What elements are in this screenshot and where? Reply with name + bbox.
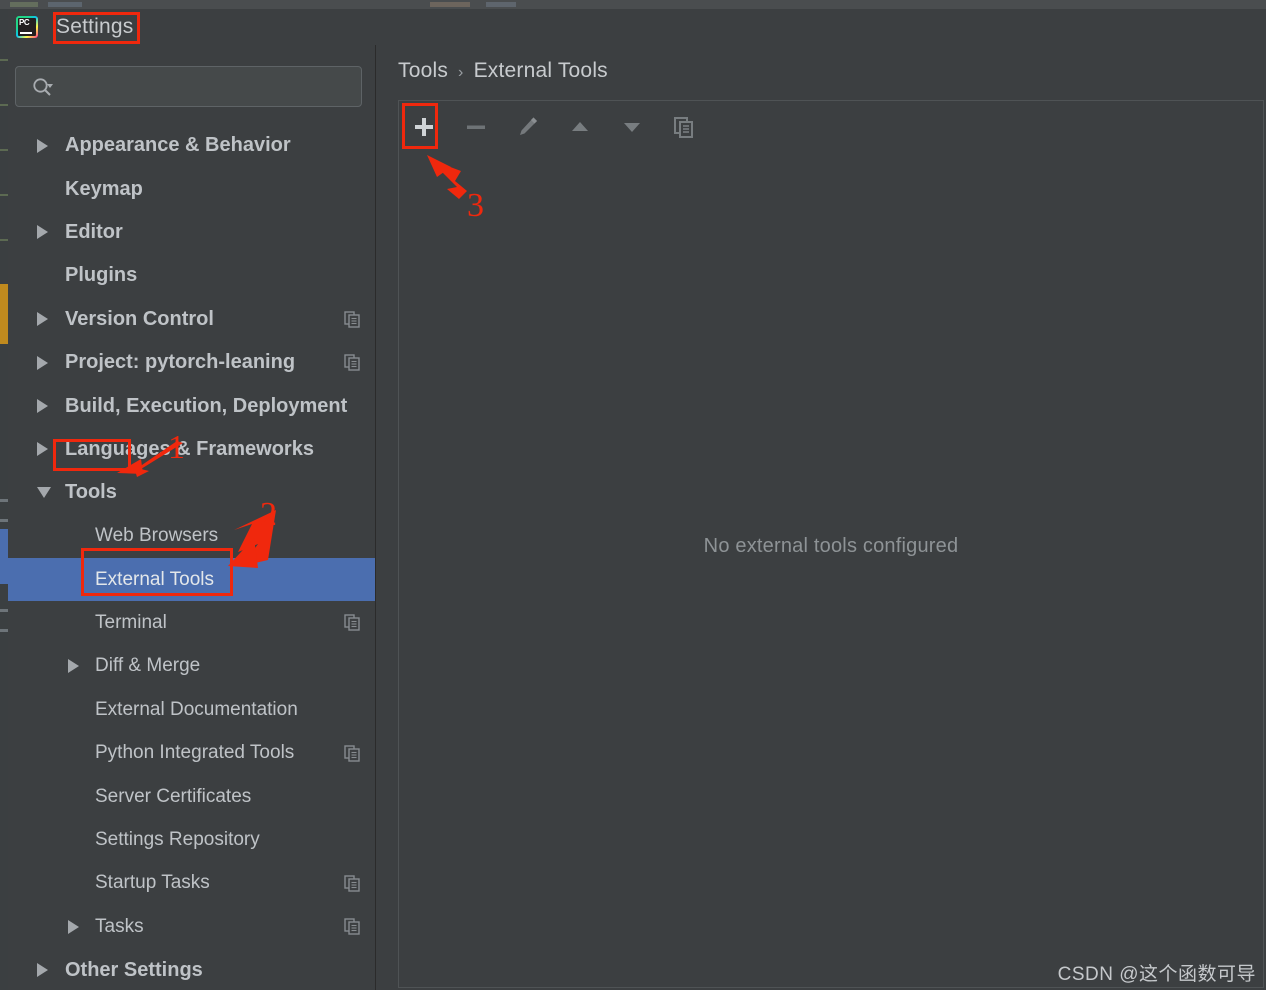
sidebar-item-languages-frameworks[interactable]: Languages & Frameworks <box>8 428 375 471</box>
external-tools-panel: Tools › External Tools No external tools… <box>376 45 1266 990</box>
sidebar-item-appearance-behavior[interactable]: Appearance & Behavior <box>8 124 375 167</box>
settings-sidebar: Appearance & Behavior Keymap Editor Plugins… <box>8 45 376 990</box>
sidebar-item-label: Tools <box>65 481 117 504</box>
edit-button[interactable] <box>511 110 545 144</box>
sidebar-item-label: Startup Tasks <box>95 872 210 894</box>
remove-button[interactable] <box>459 110 493 144</box>
empty-state-message: No external tools configured <box>703 535 959 557</box>
breadcrumb-parent[interactable]: Tools <box>398 59 448 83</box>
sidebar-item-label: Web Browsers <box>95 525 219 547</box>
sidebar-item-version-control[interactable]: Version Control <box>8 298 375 341</box>
breadcrumb: Tools › External Tools <box>398 59 608 83</box>
sidebar-item-label: Diff & Merge <box>95 655 201 677</box>
chevron-right-icon[interactable] <box>37 442 48 457</box>
settings-tree: Appearance & Behavior Keymap Editor Plugins… <box>8 124 375 990</box>
sidebar-item-label: Languages & Frameworks <box>65 437 314 460</box>
chevron-right-icon[interactable] <box>37 138 48 153</box>
sidebar-item-terminal[interactable]: Terminal <box>8 601 375 644</box>
project-settings-copy-icon <box>344 354 360 371</box>
sidebar-item-startup-tasks[interactable]: Startup Tasks <box>8 862 375 905</box>
chevron-right-icon[interactable] <box>68 919 79 934</box>
sidebar-item-label: Server Certificates <box>95 785 252 807</box>
sidebar-item-label: Python Integrated Tools <box>95 742 295 764</box>
dialog-title-bar: Settings <box>8 9 1266 45</box>
settings-dialog: Settings Appearance & Behavior Keymap Edit… <box>8 9 1266 990</box>
move-down-button[interactable] <box>615 110 649 144</box>
sidebar-item-label: Build, Execution, Deployment <box>65 394 348 417</box>
arrow-up-icon <box>572 121 588 131</box>
sidebar-item-external-tools[interactable]: External Tools <box>8 557 375 602</box>
sidebar-item-tools[interactable]: Tools <box>8 471 375 514</box>
chevron-right-icon[interactable] <box>37 312 48 327</box>
chevron-right-icon[interactable] <box>37 963 48 978</box>
search-input[interactable] <box>15 66 362 107</box>
sidebar-item-diff-merge[interactable]: Diff & Merge <box>8 645 375 688</box>
sidebar-item-web-browsers[interactable]: Web Browsers <box>8 515 375 558</box>
dialog-title: Settings <box>56 15 134 38</box>
sidebar-item-label: Settings Repository <box>95 828 260 850</box>
external-tools-toolbar <box>398 100 1264 152</box>
sidebar-item-tasks[interactable]: Tasks <box>8 905 375 948</box>
sidebar-item-settings-repository[interactable]: Settings Repository <box>8 818 375 861</box>
project-settings-copy-icon <box>344 918 360 935</box>
minus-icon <box>467 125 485 129</box>
sidebar-item-project-pytorch-leaning[interactable]: Project: pytorch-leaning <box>8 341 375 384</box>
sidebar-item-editor[interactable]: Editor <box>8 211 375 254</box>
arrow-down-icon <box>624 122 640 132</box>
sidebar-item-label: Project: pytorch-leaning <box>65 351 296 374</box>
move-up-button[interactable] <box>563 110 597 144</box>
sidebar-item-build-execution-deployment[interactable]: Build, Execution, Deployment <box>8 384 375 427</box>
sidebar-item-label: External Documentation <box>95 698 298 720</box>
sidebar-item-label: Tasks <box>95 915 144 937</box>
project-settings-copy-icon <box>344 311 360 328</box>
chevron-down-icon[interactable] <box>37 487 51 499</box>
sidebar-item-python-integrated-tools[interactable]: Python Integrated Tools <box>8 731 375 774</box>
project-settings-copy-icon <box>344 744 360 762</box>
sidebar-item-plugins[interactable]: Plugins <box>8 254 375 297</box>
breadcrumb-separator-icon: › <box>458 64 464 81</box>
breadcrumb-current: External Tools <box>473 59 608 82</box>
sidebar-item-other-settings[interactable]: Other Settings <box>8 948 375 990</box>
sidebar-item-label: Terminal <box>95 611 167 633</box>
chevron-right-icon[interactable] <box>37 355 48 370</box>
copy-button[interactable] <box>667 110 701 144</box>
plus-icon <box>415 117 433 136</box>
add-button[interactable] <box>407 110 441 144</box>
project-settings-copy-icon <box>344 614 360 632</box>
external-tools-list[interactable]: No external tools configured <box>398 152 1264 988</box>
sidebar-item-label: Plugins <box>65 264 138 287</box>
pencil-icon <box>520 117 537 135</box>
sidebar-item-label: Version Control <box>65 307 214 330</box>
pycharm-logo-icon <box>16 16 38 38</box>
chevron-right-icon[interactable] <box>68 659 79 674</box>
copy-icon <box>674 116 693 138</box>
settings-dialog-screenshot: Settings Appearance & Behavior Keymap Edit… <box>0 0 1266 990</box>
sidebar-item-label: Editor <box>65 220 123 243</box>
sidebar-item-server-certificates[interactable]: Server Certificates <box>8 775 375 818</box>
sidebar-item-external-documentation[interactable]: External Documentation <box>8 688 375 731</box>
sidebar-item-label: Keymap <box>65 177 143 200</box>
csdn-watermark: CSDN @这个函数可导 <box>1057 964 1256 985</box>
sidebar-item-label: Other Settings <box>65 958 203 981</box>
background-editor-top-strip <box>0 0 1266 9</box>
search-icon <box>33 78 53 96</box>
chevron-right-icon[interactable] <box>37 225 48 240</box>
sidebar-item-keymap[interactable]: Keymap <box>8 167 375 210</box>
chevron-down-icon <box>47 84 53 88</box>
sidebar-item-label: External Tools <box>95 568 214 590</box>
project-settings-copy-icon <box>344 875 360 892</box>
chevron-right-icon[interactable] <box>37 399 48 414</box>
sidebar-item-label: Appearance & Behavior <box>65 134 291 157</box>
